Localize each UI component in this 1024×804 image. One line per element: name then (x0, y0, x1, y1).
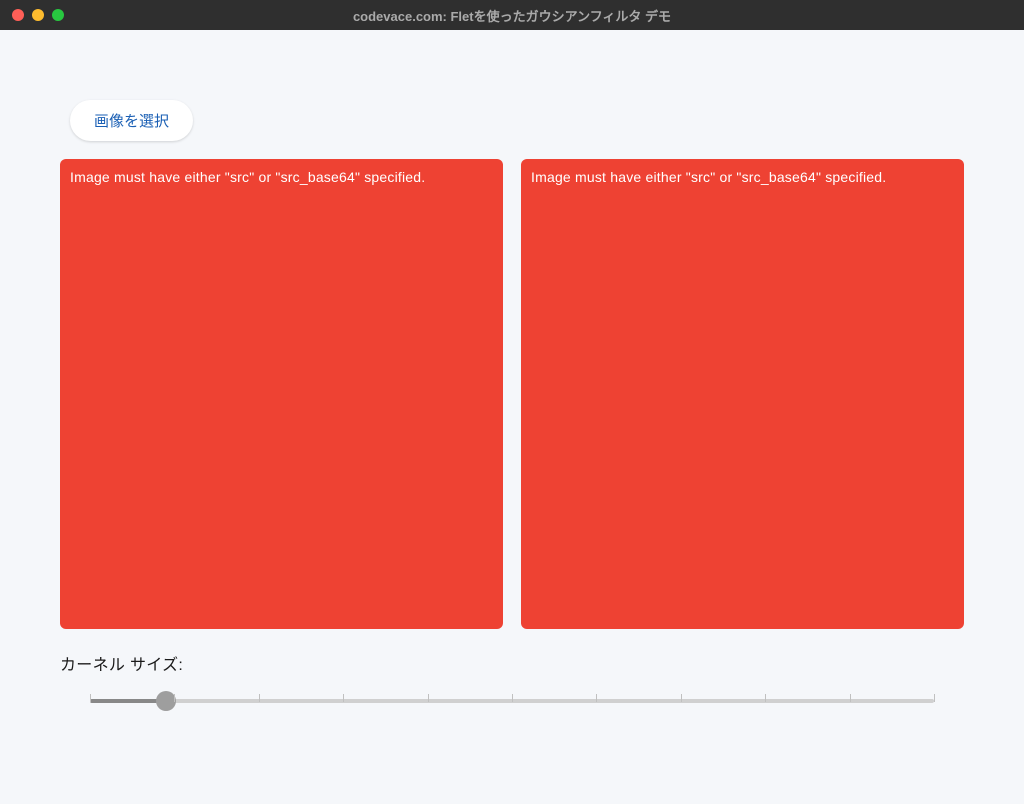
maximize-icon[interactable] (52, 9, 64, 21)
kernel-size-slider[interactable] (60, 699, 964, 703)
select-image-button[interactable]: 画像を選択 (70, 100, 193, 141)
slider-track[interactable] (90, 699, 934, 703)
kernel-size-label: カーネル サイズ: (60, 651, 964, 675)
main-content: 画像を選択 Image must have either "src" or "s… (0, 30, 1024, 723)
image-error-text: Image must have either "src" or "src_bas… (531, 169, 886, 185)
slider-fill (90, 699, 166, 703)
filtered-image-panel: Image must have either "src" or "src_bas… (521, 159, 964, 629)
traffic-lights (12, 9, 64, 21)
titlebar[interactable]: codevace.com: Fletを使ったガウシアンフィルタ デモ (0, 0, 1024, 30)
slider-thumb[interactable] (156, 691, 176, 711)
minimize-icon[interactable] (32, 9, 44, 21)
close-icon[interactable] (12, 9, 24, 21)
image-error-text: Image must have either "src" or "src_bas… (70, 169, 425, 185)
window-title: codevace.com: Fletを使ったガウシアンフィルタ デモ (353, 6, 671, 25)
image-panels: Image must have either "src" or "src_bas… (60, 159, 964, 629)
source-image-panel: Image must have either "src" or "src_bas… (60, 159, 503, 629)
